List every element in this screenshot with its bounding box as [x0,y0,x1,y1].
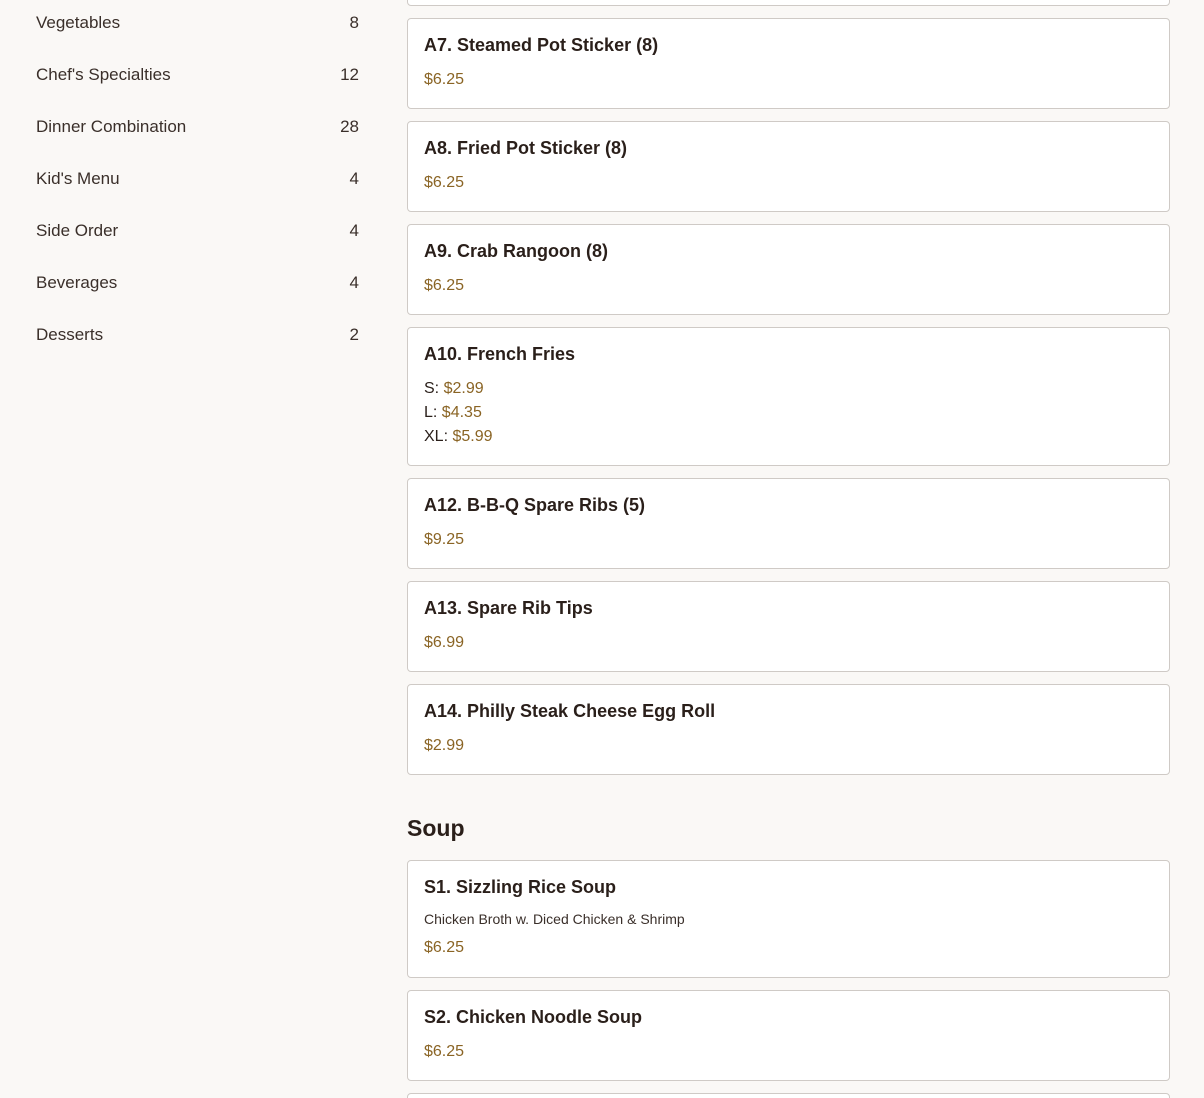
menu-item-title: A10. French Fries [424,344,576,364]
size-label: S: [424,380,440,397]
category-label: Chef's Specialties [36,65,171,84]
category-label: Vegetables [36,13,121,32]
menu-item-card[interactable]: A12. B-B-Q Spare Ribs (5) $9.25 [407,478,1170,569]
category-desserts[interactable]: Desserts 2 [36,322,359,348]
menu-item-card[interactable]: A8. Fried Pot Sticker (8) $6.25 [407,121,1170,212]
scrollbar-track[interactable] [1184,0,1204,1098]
menu-item-title: A7. Steamed Pot Sticker (8) [424,35,659,55]
menu-item-card-partial[interactable] [407,0,1170,6]
size-price: $5.99 [452,428,493,445]
menu-item-price: $2.99 [424,737,465,754]
size-label: L: [424,404,438,421]
menu-item-card[interactable]: A13. Spare Rib Tips $6.99 [407,581,1170,672]
menu-item-price: $6.25 [424,277,465,294]
category-count: 4 [349,221,359,240]
menu-item-title: S2. Chicken Noodle Soup [424,1007,643,1027]
category-label: Desserts [36,325,104,344]
menu-item-description: Chicken Broth w. Diced Chicken & Shrimp [424,911,685,927]
menu-item-price: $6.25 [424,71,465,88]
menu-item-card[interactable]: A14. Philly Steak Cheese Egg Roll $2.99 [407,684,1170,775]
size-label: XL: [424,428,449,445]
category-count: 8 [349,13,359,32]
menu-item-card-partial[interactable] [407,1093,1170,1098]
size-price-row: XL: $5.99 [424,428,493,446]
menu-item-price: $6.25 [424,939,465,956]
menu-item-price: $6.25 [424,1043,465,1060]
menu-item-price: $6.25 [424,174,465,191]
category-kids-menu[interactable]: Kid's Menu 4 [36,166,359,192]
menu-item-card[interactable]: A10. French Fries S: $2.99 L: $4.35 XL: … [407,327,1170,466]
category-side-order[interactable]: Side Order 4 [36,218,359,244]
category-label: Beverages [36,273,118,292]
size-price-row: S: $2.99 [424,380,484,398]
section-heading-soup: Soup [407,815,465,841]
category-beverages[interactable]: Beverages 4 [36,270,359,296]
menu-item-card[interactable]: S1. Sizzling Rice Soup Chicken Broth w. … [407,860,1170,978]
category-count: 2 [349,325,359,344]
menu-page: Vegetables 8 Chef's Specialties 12 Dinne… [0,0,1204,1098]
category-label: Kid's Menu [36,169,120,188]
size-price: $4.35 [441,404,482,421]
category-vegetables[interactable]: Vegetables 8 [36,10,359,36]
category-count: 12 [340,65,359,84]
category-chefs-specialties[interactable]: Chef's Specialties 12 [36,62,359,88]
menu-item-title: A14. Philly Steak Cheese Egg Roll [424,701,716,721]
category-label: Dinner Combination [36,117,187,136]
menu-item-card[interactable]: A9. Crab Rangoon (8) $6.25 [407,224,1170,315]
category-count: 4 [349,169,359,188]
category-count: 28 [340,117,359,136]
menu-item-card[interactable]: A7. Steamed Pot Sticker (8) $6.25 [407,18,1170,109]
size-price-row: L: $4.35 [424,404,482,422]
menu-item-title: A9. Crab Rangoon (8) [424,241,609,261]
menu-item-card[interactable]: S2. Chicken Noodle Soup $6.25 [407,990,1170,1081]
menu-item-price: $9.25 [424,531,465,548]
category-label: Side Order [36,221,119,240]
menu-item-price: $6.99 [424,634,465,651]
menu-item-title: A8. Fried Pot Sticker (8) [424,138,628,158]
category-count: 4 [349,273,359,292]
menu-item-title: A13. Spare Rib Tips [424,598,593,618]
menu-item-title: A12. B-B-Q Spare Ribs (5) [424,495,646,515]
category-dinner-combination[interactable]: Dinner Combination 28 [36,114,359,140]
size-price: $2.99 [443,380,484,397]
menu-item-title: S1. Sizzling Rice Soup [424,877,617,897]
